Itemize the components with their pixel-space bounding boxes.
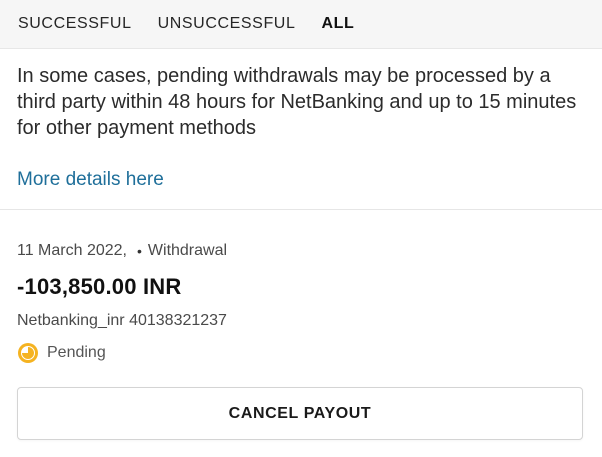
withdrawal-history-page: SUCCESSFUL UNSUCCESSFUL ALL In some case… (0, 0, 602, 457)
transaction-date: 11 March 2022, (17, 242, 127, 259)
status-label: Pending (47, 344, 106, 361)
meta-separator: • (137, 243, 142, 259)
transaction-status: Pending (17, 341, 585, 365)
transaction-amount: -103,850.00 INR (17, 274, 182, 299)
more-details-link[interactable]: More details here (17, 169, 164, 191)
status-filter-tabs: SUCCESSFUL UNSUCCESSFUL ALL (0, 0, 602, 49)
transaction-type: Withdrawal (147, 242, 228, 259)
pending-clock-icon (17, 342, 39, 364)
notice-text: In some cases, pending withdrawals may b… (17, 65, 577, 139)
tab-all[interactable]: ALL (321, 13, 354, 35)
cancel-payout-button[interactable]: CANCEL PAYOUT (17, 387, 583, 440)
payment-method: Netbanking_inr 40138321237 (17, 312, 227, 329)
tab-unsuccessful[interactable]: UNSUCCESSFUL (158, 13, 296, 35)
transaction-meta: 11 March 2022, • Withdrawal (17, 241, 585, 261)
tab-successful[interactable]: SUCCESSFUL (18, 13, 132, 35)
pending-withdrawal-notice: In some cases, pending withdrawals may b… (0, 49, 602, 210)
transaction-item: 11 March 2022, • Withdrawal -103,850.00 … (0, 241, 602, 365)
